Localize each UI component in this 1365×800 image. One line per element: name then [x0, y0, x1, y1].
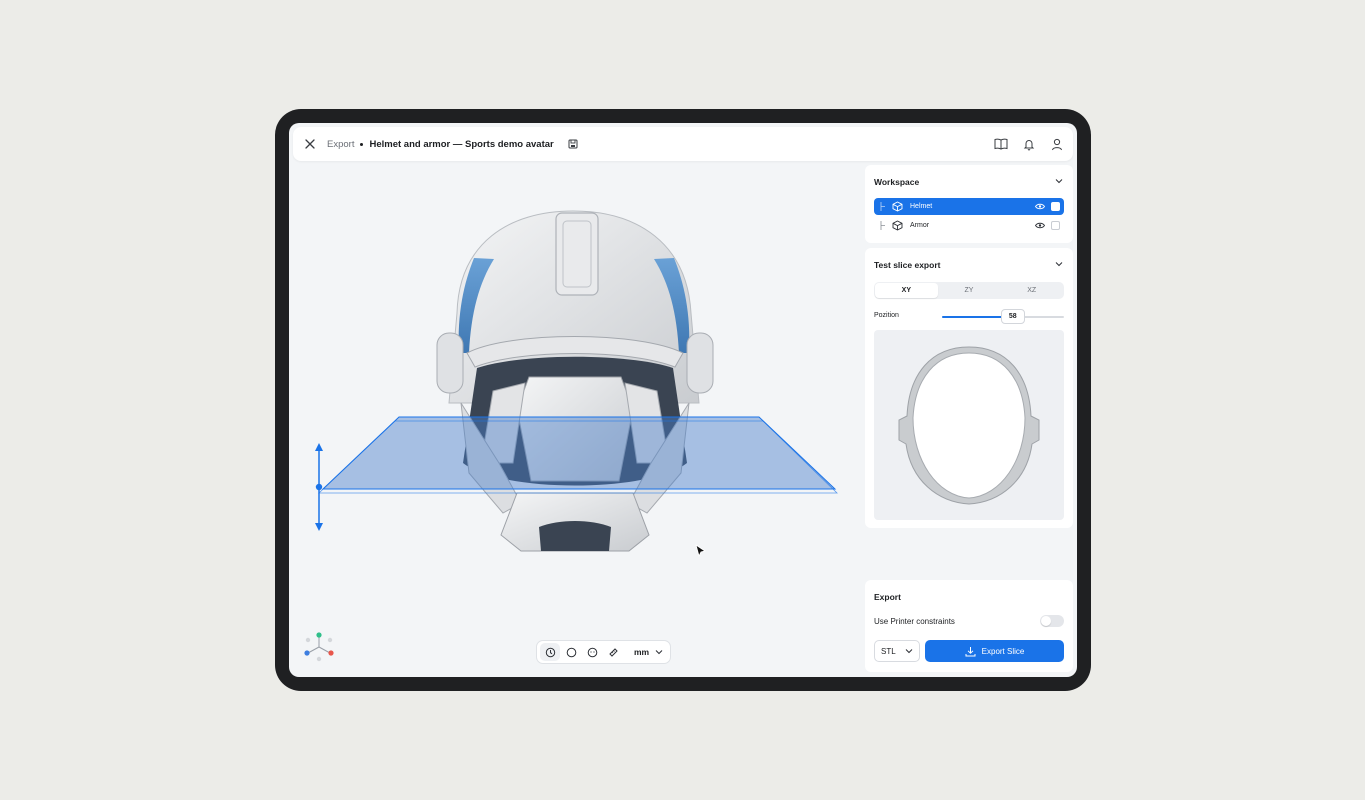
tree-connector	[880, 202, 888, 211]
chevron-down-icon	[905, 649, 913, 654]
printer-constraints-toggle[interactable]	[1040, 615, 1064, 627]
export-title: Export	[874, 592, 901, 602]
format-label: STL	[881, 646, 896, 656]
history-tool[interactable]	[540, 643, 560, 661]
circle-icon	[566, 647, 576, 657]
breadcrumb-export[interactable]: Export	[327, 139, 354, 150]
cube-icon	[892, 220, 906, 231]
close-button[interactable]	[293, 127, 327, 161]
helmet-model[interactable]	[289, 163, 861, 677]
notifications-button[interactable]	[1019, 134, 1039, 154]
book-icon	[994, 138, 1008, 150]
tab-xy[interactable]: XY	[875, 283, 938, 298]
page-title: Helmet and armor — Sports demo avatar	[369, 138, 554, 150]
eye-icon	[1035, 222, 1045, 229]
save-button[interactable]	[568, 139, 578, 149]
measure-tool[interactable]	[603, 643, 623, 661]
slice-title: Test slice export	[874, 260, 941, 270]
breadcrumb-separator	[360, 142, 364, 146]
chevron-down-icon	[655, 650, 663, 655]
workspace-collapse-button[interactable]	[1053, 175, 1065, 187]
face-tool[interactable]	[582, 643, 602, 661]
export-slice-label: Export Slice	[981, 646, 1025, 656]
3d-viewport[interactable]	[289, 163, 861, 677]
bell-icon	[1023, 139, 1035, 150]
workspace-item-armor[interactable]: Armor	[874, 217, 1064, 234]
export-panel: Export Use Printer constraints STL Expor…	[865, 580, 1073, 672]
slice-collapse-button[interactable]	[1053, 258, 1065, 270]
download-icon	[965, 646, 976, 656]
eye-icon	[1035, 203, 1045, 210]
docs-button[interactable]	[991, 134, 1011, 154]
position-label: Pozition	[874, 312, 899, 319]
slider-handle[interactable]: 58	[1000, 309, 1025, 324]
tab-zy[interactable]: ZY	[938, 283, 1001, 298]
user-icon	[1052, 138, 1062, 150]
workspace-panel: Workspace Helmet Armor	[865, 165, 1073, 243]
save-icon	[568, 139, 578, 149]
unit-label: mm	[634, 647, 650, 657]
workspace-item-helmet[interactable]: Helmet	[874, 198, 1064, 215]
export-slice-button[interactable]: Export Slice	[925, 640, 1064, 662]
profile-button[interactable]	[1047, 134, 1067, 154]
slice-preview	[874, 330, 1064, 520]
format-select[interactable]: STL	[874, 640, 920, 662]
top-bar: Export Helmet and armor — Sports demo av…	[293, 127, 1073, 161]
select-checkbox[interactable]	[1051, 202, 1060, 211]
select-checkbox[interactable]	[1051, 221, 1060, 230]
orientation-gizmo[interactable]	[303, 631, 335, 663]
visibility-toggle[interactable]	[1033, 222, 1047, 229]
workspace-title: Workspace	[874, 177, 920, 187]
visibility-toggle[interactable]	[1033, 203, 1047, 210]
tree-connector	[880, 221, 888, 230]
chevron-down-icon	[1055, 262, 1063, 267]
close-icon	[305, 139, 315, 149]
face-icon	[587, 647, 597, 657]
slice-outline	[898, 346, 1040, 505]
sphere-tool[interactable]	[561, 643, 581, 661]
plane-selector: XY ZY XZ	[874, 282, 1064, 299]
printer-constraints-label: Use Printer constraints	[874, 617, 955, 626]
item-label: Armor	[910, 222, 930, 229]
cube-icon	[892, 201, 906, 212]
unit-select[interactable]: mm	[624, 647, 667, 657]
tab-xz[interactable]: XZ	[1000, 283, 1063, 298]
chevron-down-icon	[1055, 179, 1063, 184]
slice-panel: Test slice export XY ZY XZ Pozition 58	[865, 248, 1073, 528]
ruler-icon	[608, 647, 618, 657]
app-screen: Export Helmet and armor — Sports demo av…	[289, 123, 1077, 677]
history-icon	[545, 647, 555, 657]
mouse-cursor	[695, 544, 706, 558]
position-slider[interactable]: 58	[942, 309, 1064, 324]
item-label: Helmet	[910, 203, 933, 210]
viewport-toolbar: mm	[536, 640, 672, 664]
top-actions	[991, 134, 1073, 154]
